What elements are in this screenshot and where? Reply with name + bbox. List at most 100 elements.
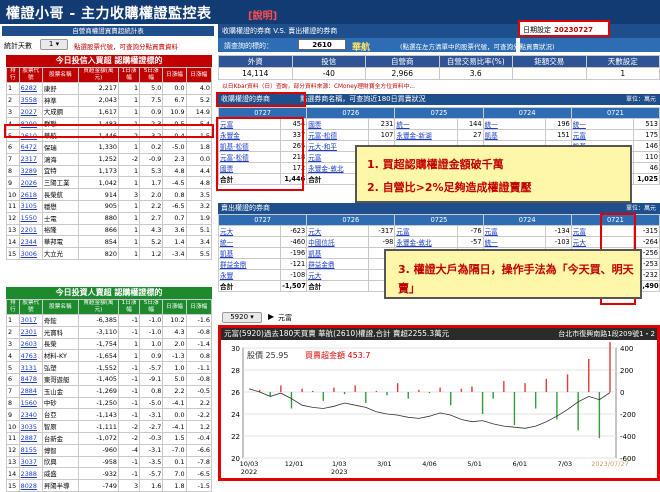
stock-code-link[interactable]: 2027 xyxy=(18,105,43,119)
stock-code-link[interactable]: 2618 xyxy=(18,188,43,201)
table-cell: 13 xyxy=(6,455,20,469)
stock-code-link[interactable]: 2301 xyxy=(18,325,43,339)
table-cell: -1 xyxy=(117,372,141,386)
query-code-input[interactable]: 2610 xyxy=(298,39,346,50)
stock-code-link[interactable]: 6472 xyxy=(18,140,43,154)
table-cell: 3.2 xyxy=(185,199,213,213)
broker-name-link[interactable]: 凱基 xyxy=(482,128,546,141)
broker-name-link[interactable]: 永豐金-敦北 xyxy=(394,235,458,248)
broker-name-link[interactable]: 凱基 xyxy=(217,246,282,259)
table-cell: -2 xyxy=(117,152,141,166)
stock-code-link[interactable]: 8478 xyxy=(18,372,43,386)
stock-code-link[interactable]: 2887 xyxy=(18,431,43,445)
broker-name-link[interactable]: 永豐 xyxy=(217,268,282,281)
stock-code-link[interactable]: 2340 xyxy=(18,408,43,422)
broker-name-link[interactable]: 統一 xyxy=(482,235,546,248)
table-cell: 4.3 xyxy=(162,325,187,339)
callout-box-1: 1. 買超認購權證金額破千萬 2. 自營比>2%足夠造成權證賣壓 xyxy=(355,145,632,203)
stock-code-link[interactable]: 3006 xyxy=(18,247,43,260)
stock-code-link[interactable]: 4763 xyxy=(18,349,43,363)
date-setting[interactable]: 日期設定 20230727 xyxy=(518,20,610,37)
table-cell: 長榮航 xyxy=(41,188,79,201)
table-cell: 裕隆 xyxy=(41,223,79,237)
help-link[interactable]: [說明] xyxy=(248,7,277,22)
table-row: 6 6472 保瑞 1,330 1 0.2 -5.0 1.8 xyxy=(6,140,213,154)
broker-name-link[interactable]: 元大 xyxy=(306,224,370,237)
table-cell: 材料-KY xyxy=(41,349,79,363)
y-tick-right: -200 xyxy=(620,411,636,419)
col-1d: 1日漲幅 xyxy=(117,67,141,83)
broker-name-link[interactable]: 統一 xyxy=(482,117,546,130)
stock-code-link[interactable]: 2603 xyxy=(18,337,43,351)
table-row: 6 8478 東哥遊艇 -1,405 -1 -9.1 5.0 -0.8 xyxy=(6,372,213,386)
table-cell: 2.7 xyxy=(139,211,164,225)
table-row: 2 2301 光寶科 -3,110 -1 -1.0 4.3 -0.8 xyxy=(6,325,213,339)
broker-name-link[interactable]: 元富 xyxy=(482,224,546,237)
broker-name-link[interactable]: 群益金鼎 xyxy=(217,257,282,270)
x-tick: 5/01 xyxy=(467,460,482,468)
stock-code-link[interactable]: 2884 xyxy=(18,384,43,398)
query-label: 請查詢的標的： xyxy=(224,42,273,50)
chart-title: 元富(5920)過去180天買賣 華航(2610)權證,合計 賣超2255.3萬… xyxy=(224,329,450,338)
stock-code-link[interactable]: 2344 xyxy=(18,235,43,249)
broker-name-link[interactable]: 統一 xyxy=(570,117,635,130)
broker-name-link[interactable]: 凱基 xyxy=(306,246,370,259)
stock-code-link[interactable]: 3037 xyxy=(18,455,43,469)
stock-code-link[interactable]: 8028 xyxy=(18,479,43,492)
broker-name-link[interactable]: 國票 xyxy=(306,117,370,130)
table-row: 3 2603 長榮 -1,754 1 1.0 2.0 -1.4 xyxy=(6,337,213,351)
buy-table-title: 今日投信入買超 認購權證標的 xyxy=(6,55,212,67)
table-cell: 6 xyxy=(6,372,20,386)
table-cell: 3 xyxy=(117,479,141,492)
stock-code-link[interactable]: 3558 xyxy=(18,93,43,107)
table-cell: 0.1 xyxy=(162,455,187,469)
stock-code-link[interactable]: 8155 xyxy=(18,443,43,457)
table-cell: -1 xyxy=(117,408,141,422)
broker-name-link[interactable]: 永豐金-新湖 xyxy=(394,128,458,141)
table-row: 8 1560 中砂 -1,250 -1 -5.0 -4.1 2.2 xyxy=(6,396,213,410)
broker-name-link[interactable]: 元富 xyxy=(394,224,458,237)
table-cell: 欣興 xyxy=(41,455,79,469)
table-cell: 2.0 xyxy=(139,188,164,201)
broker-name-link[interactable]: 元大 xyxy=(306,268,370,281)
stock-code-link[interactable]: 3131 xyxy=(18,361,43,374)
stock-code-link[interactable]: 3035 xyxy=(18,420,43,433)
stock-code-link[interactable]: 6282 xyxy=(18,82,43,95)
stock-code-link[interactable]: 2026 xyxy=(18,176,43,190)
date-col: 0726 xyxy=(306,214,396,226)
broker-name-link[interactable]: 統一 xyxy=(394,117,458,130)
table-cell: 5.0 xyxy=(162,372,187,386)
stock-code-link[interactable]: 3105 xyxy=(18,199,43,213)
table-cell: 12 xyxy=(6,211,20,225)
stock-code-link[interactable]: 2201 xyxy=(18,223,43,237)
table-cell: 15 xyxy=(6,479,20,492)
broker-name-link[interactable]: 統一 xyxy=(217,235,282,248)
y-tick-right: 200 xyxy=(620,367,633,375)
table-cell: -1.5 xyxy=(185,479,213,492)
table-cell: 大成鋼 xyxy=(41,105,79,119)
table-cell: -3,110 xyxy=(77,325,119,339)
table-cell: 中砂 xyxy=(41,396,79,410)
stock-code-link[interactable]: 1550 xyxy=(18,211,43,225)
buy-head-highlight xyxy=(216,92,306,107)
table-cell: 大立光 xyxy=(41,247,79,260)
broker-name-link[interactable]: 元富 xyxy=(570,128,635,141)
broker-amount: 175 xyxy=(633,128,660,141)
stock-code-link[interactable]: 3017 xyxy=(18,314,43,327)
stock-code-link[interactable]: 2317 xyxy=(18,152,43,166)
broker-name-link[interactable]: 元大 xyxy=(217,224,282,237)
chart-right-note: 台北市復興南路1段209號1・2 xyxy=(558,330,655,338)
stock-code-link[interactable]: 2388 xyxy=(18,467,43,481)
stat-days-select[interactable]: 1 ▾ xyxy=(40,39,68,50)
stock-code-link[interactable]: 3289 xyxy=(18,164,43,178)
broker-name-link[interactable]: 元富-松德 xyxy=(306,128,370,141)
stock-code-link[interactable]: 1560 xyxy=(18,396,43,410)
broker-amount: 27 xyxy=(456,128,484,141)
broker-code-select[interactable]: 5920 ▾ xyxy=(222,312,262,323)
col-day: 日漲幅 xyxy=(162,67,187,83)
broker-name-link[interactable]: 中國信託 xyxy=(306,235,370,248)
table-cell: -6,385 xyxy=(77,314,119,327)
table-cell: 1 xyxy=(117,105,141,119)
date-col: 0724 xyxy=(482,214,572,226)
broker-name-link[interactable]: 群益金鼎 xyxy=(306,257,370,270)
